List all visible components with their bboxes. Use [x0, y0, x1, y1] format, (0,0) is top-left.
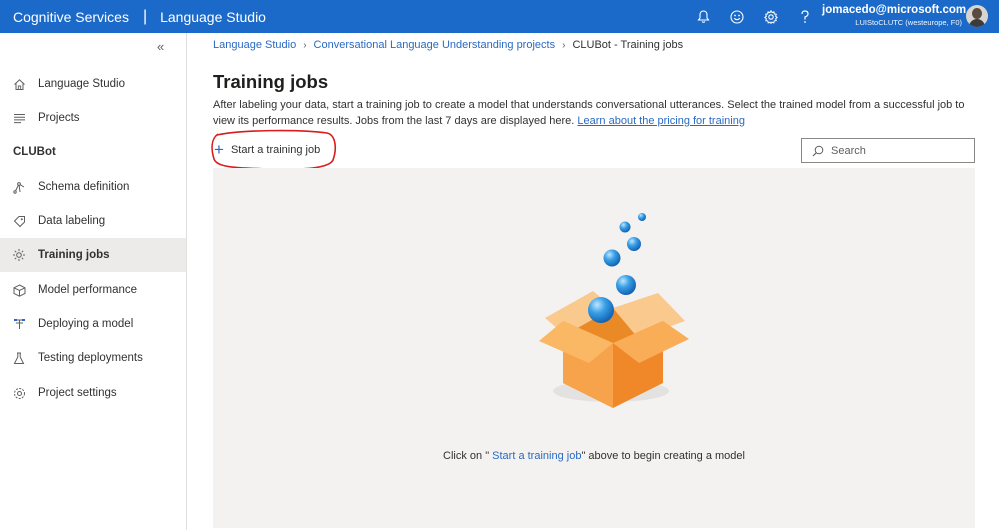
empty-state-message: Click on " Start a training job" above t…	[213, 450, 975, 462]
project-section-label: CLUBot	[13, 146, 56, 158]
deploy-icon	[12, 317, 26, 331]
sidebar-item-data-labeling[interactable]: Data labeling	[0, 204, 186, 238]
chevron-right-icon: ›	[562, 39, 566, 51]
bell-icon[interactable]	[686, 0, 720, 33]
page-title: Training jobs	[213, 71, 329, 92]
home-icon	[12, 77, 26, 91]
sidebar: « Language Studio Projects CLUBot Schema…	[0, 33, 187, 530]
training-icon	[12, 248, 26, 262]
list-icon	[12, 111, 26, 125]
user-info[interactable]: jomacedo@microsoft.com LUIStoCLUTC (west…	[822, 4, 967, 28]
empty-box-illustration	[539, 213, 689, 408]
user-name: jomacedo@microsoft.com	[822, 4, 967, 16]
start-training-job-button[interactable]: + Start a training job	[214, 139, 320, 161]
sidebar-item-label: Project settings	[38, 387, 117, 399]
breadcrumb-language-studio[interactable]: Language Studio	[213, 39, 296, 51]
tag-icon	[12, 214, 26, 228]
collapse-sidebar-button[interactable]: «	[157, 39, 173, 55]
page-description: After labeling your data, start a traini…	[213, 98, 973, 129]
schema-icon	[12, 180, 26, 194]
sidebar-item-language-studio[interactable]: Language Studio	[0, 67, 186, 101]
smiley-icon[interactable]	[720, 0, 754, 33]
sidebar-item-training-jobs[interactable]: Training jobs	[0, 238, 186, 272]
breadcrumb-current: CLUBot - Training jobs	[572, 39, 684, 51]
empty-prefix: Click on "	[443, 450, 490, 462]
top-icons	[686, 0, 822, 33]
empty-suffix: " above to begin creating a model	[581, 450, 745, 462]
sidebar-item-deploying-a-model[interactable]: Deploying a model	[0, 307, 186, 341]
avatar[interactable]	[966, 5, 988, 27]
settings-icon	[12, 386, 26, 400]
main-content: Language Studio › Conversational Languag…	[187, 33, 999, 530]
sidebar-item-label: Deploying a model	[38, 318, 134, 330]
sidebar-item-testing-deployments[interactable]: Testing deployments	[0, 341, 186, 375]
empty-start-link[interactable]: Start a training job	[489, 450, 581, 462]
search-icon	[812, 145, 824, 156]
pricing-link[interactable]: Learn about the pricing for training	[577, 115, 745, 127]
sidebar-item-label: Language Studio	[38, 78, 125, 90]
sidebar-item-project-settings[interactable]: Project settings	[0, 376, 186, 410]
search-placeholder: Search	[831, 144, 866, 157]
plus-icon: +	[214, 140, 224, 159]
empty-state-panel: Click on " Start a training job" above t…	[213, 168, 975, 528]
brand-cognitive-services[interactable]: Cognitive Services	[13, 9, 129, 25]
gear-icon[interactable]	[754, 0, 788, 33]
chevron-right-icon: ›	[303, 39, 307, 51]
search-input[interactable]: Search	[801, 138, 975, 163]
sidebar-item-schema-definition[interactable]: Schema definition	[0, 170, 186, 204]
cube-icon	[12, 283, 26, 297]
breadcrumb: Language Studio › Conversational Languag…	[213, 39, 683, 51]
sidebar-item-label: Data labeling	[38, 215, 106, 227]
sidebar-item-label: Model performance	[38, 284, 138, 296]
brand: Cognitive Services | Language Studio	[0, 8, 266, 26]
sidebar-item-label: Training jobs	[38, 249, 110, 261]
user-resource: LUIStoCLUTC (westeurope, F0)	[855, 18, 962, 27]
breadcrumb-clu-projects[interactable]: Conversational Language Understanding pr…	[314, 39, 556, 51]
top-bar: Cognitive Services | Language Studio jom…	[0, 0, 999, 33]
brand-language-studio[interactable]: Language Studio	[160, 9, 266, 25]
help-icon[interactable]	[788, 0, 822, 33]
sidebar-item-model-performance[interactable]: Model performance	[0, 273, 186, 307]
sidebar-item-label: Projects	[38, 112, 80, 124]
sidebar-item-projects[interactable]: Projects	[0, 101, 186, 135]
brand-separator: |	[142, 7, 148, 25]
sidebar-item-label: Schema definition	[38, 181, 130, 193]
sidebar-item-label: Testing deployments	[38, 352, 143, 364]
flask-icon	[12, 351, 26, 365]
start-training-job-label: Start a training job	[230, 144, 321, 156]
